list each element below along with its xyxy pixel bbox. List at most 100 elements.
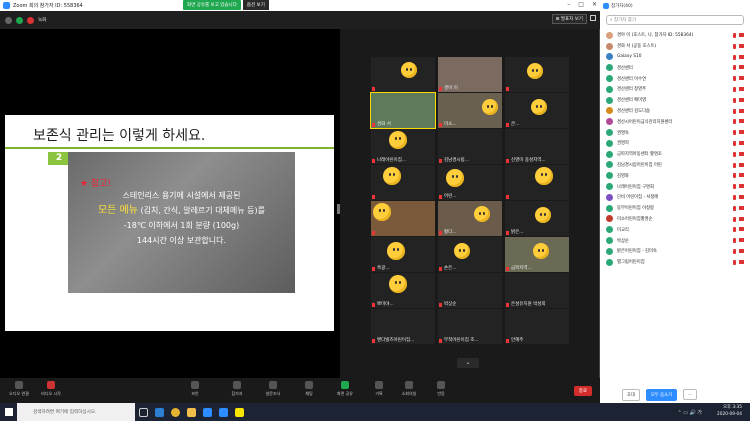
participant-item[interactable]: 경산센터 배미영 xyxy=(600,95,750,106)
maximize-icon[interactable]: □ xyxy=(578,1,584,8)
participant-item[interactable]: 금파지역아동센터 황명조 xyxy=(600,149,750,160)
video-tile[interactable]: 경아 이 xyxy=(438,57,502,92)
fullscreen-icon[interactable] xyxy=(590,15,596,21)
clock[interactable]: 오후 3:35 2020-09-04 xyxy=(717,404,742,418)
participant-item[interactable]: 단비 어린이집 - 서정애 xyxy=(600,192,750,203)
video-tile[interactable]: 금파지역... xyxy=(505,237,569,272)
video-tile[interactable]: 뽀미야... xyxy=(371,273,435,308)
face-sticker xyxy=(482,99,498,115)
participant-search-input[interactable]: ⌕ 참가자 찾기 xyxy=(606,15,744,25)
video-tile[interactable]: 김남경시립... xyxy=(438,129,502,164)
view-options-button[interactable]: 옵션 보기 xyxy=(242,0,269,10)
participant-item[interactable]: 박상순 xyxy=(600,235,750,246)
participants-button[interactable]: 참가자 xyxy=(226,381,248,397)
participant-item[interactable]: 경산센터 김도다솜 xyxy=(600,106,750,117)
participant-item[interactable]: 동부어린이집 이정랑 xyxy=(600,203,750,214)
video-tile[interactable]: 안혜주 xyxy=(505,309,569,344)
edge-icon[interactable] xyxy=(151,403,167,421)
end-meeting-button[interactable]: 종료 xyxy=(573,386,592,396)
video-tile[interactable] xyxy=(371,201,435,236)
taskbar-search-input[interactable]: 검색하려면 여기에 입력하십시오. xyxy=(17,403,135,421)
video-off-icon xyxy=(47,381,55,389)
start-button[interactable] xyxy=(0,403,17,421)
video-tile[interactable] xyxy=(371,165,435,200)
video-off-icon xyxy=(739,151,744,156)
video-tile[interactable]: 밴다빌즈어린이집... xyxy=(371,309,435,344)
task-view-icon[interactable] xyxy=(135,403,151,421)
record-button[interactable]: 기록 xyxy=(368,381,390,397)
tile-name: 밴다빌즈어린이집... xyxy=(377,338,415,343)
participant-item[interactable]: 경산센터 xyxy=(600,62,750,73)
more-button[interactable]: ... xyxy=(683,389,698,400)
meeting-toolbar: 오디오 연결 비디오 시작 보안 참가자 설문조사 채팅 화면 공유 기록 소회… xyxy=(0,378,600,403)
system-tray-icons[interactable]: ⌃ ▭ 🔊 가 xyxy=(677,409,702,416)
participant-item[interactable]: 밝은어린이집 - 김미숙 xyxy=(600,246,750,257)
record-icon xyxy=(375,381,383,389)
participant-item[interactable]: 경산센터 정영주 xyxy=(600,84,750,95)
minimize-icon[interactable]: – xyxy=(567,1,570,8)
muted-mic-icon xyxy=(506,267,509,271)
breakout-button[interactable]: 소회의실 xyxy=(398,381,420,397)
face-sticker xyxy=(389,131,407,149)
face-sticker xyxy=(533,243,549,259)
participant-item[interactable]: 경산시어린이급식관리지원센터 xyxy=(600,116,750,127)
security-button[interactable]: 보안 xyxy=(184,381,206,397)
participant-item[interactable]: 경산센터 이수연 xyxy=(600,73,750,84)
chrome-icon[interactable] xyxy=(167,403,183,421)
explorer-icon[interactable] xyxy=(183,403,199,421)
participants-icon xyxy=(233,381,241,389)
share-screen-button[interactable]: 화면 공유 xyxy=(334,381,356,397)
zoom-panel-taskbar-icon[interactable] xyxy=(215,403,231,421)
video-button[interactable]: 비디오 시작 xyxy=(40,381,62,397)
audio-button[interactable]: 오디오 연결 xyxy=(8,381,30,397)
video-tile[interactable]: 밝은... xyxy=(505,201,569,236)
participant-item[interactable]: 별그림어린이집 xyxy=(600,257,750,268)
video-tile[interactable]: 부적어린이집 조... xyxy=(438,309,502,344)
participant-name: 경산센터 이수연 xyxy=(617,76,647,82)
video-tile[interactable] xyxy=(371,57,435,92)
video-tile[interactable]: 박상순 xyxy=(438,273,502,308)
kakaotalk-icon[interactable] xyxy=(231,403,247,421)
chat-button[interactable]: 채팅 xyxy=(298,381,320,397)
gallery-next-icon[interactable]: ⌄ xyxy=(457,358,479,368)
invite-button[interactable]: 초대 xyxy=(622,388,640,401)
split-handle[interactable] xyxy=(337,204,340,214)
video-tile[interactable]: 어린... xyxy=(438,165,502,200)
desktop: Zoom 회의 참가자 ID: 558364 화면 공유를 보고 있습니다 옵션… xyxy=(0,0,750,421)
participant-item[interactable]: 김남경시립어린이집 어린 xyxy=(600,160,750,171)
muted-mic-icon xyxy=(733,76,736,82)
video-tile[interactable]: 신영미 용성지역... xyxy=(505,129,569,164)
participant-item[interactable]: 권영숙 xyxy=(600,127,750,138)
polls-button[interactable]: 설문조사 xyxy=(262,381,284,397)
zoom-taskbar-icon[interactable] xyxy=(199,403,215,421)
participant-item[interactable]: 나래어린이집 구명회 xyxy=(600,181,750,192)
participant-item[interactable]: 경아 이 (호스트, 나, 참가자 ID: 558364) xyxy=(600,30,750,41)
tile-name: 안혜주 xyxy=(511,338,524,343)
close-icon[interactable]: ✕ xyxy=(592,1,597,8)
participant-item[interactable]: 김영화 xyxy=(600,170,750,181)
shield-icon[interactable] xyxy=(16,16,23,24)
tile-name: 밝은... xyxy=(511,230,524,235)
video-tile[interactable]: 흑광... xyxy=(371,237,435,272)
video-off-icon xyxy=(739,259,744,264)
video-tile[interactable]: 큰... xyxy=(505,93,569,128)
reactions-button[interactable]: 반응 xyxy=(430,381,452,397)
participant-item[interactable]: 미교리 xyxy=(600,224,750,235)
video-tile[interactable] xyxy=(505,57,569,92)
info-icon[interactable] xyxy=(5,16,12,24)
participant-item[interactable]: 경화 서 (공동 호스트) xyxy=(600,41,750,52)
slide-title: 보존식 관리는 이렇게 하세요. xyxy=(33,128,206,144)
participant-item[interactable]: Galaxy S10 xyxy=(600,52,750,63)
video-tile[interactable]: 황다... xyxy=(438,201,502,236)
muted-mic-icon xyxy=(733,173,736,179)
video-tile[interactable]: 경화 서 xyxy=(370,92,436,129)
video-tile[interactable]: 나래어린이집... xyxy=(371,129,435,164)
video-tile[interactable] xyxy=(505,165,569,200)
video-tile[interactable]: 손은... xyxy=(438,237,502,272)
participant-item[interactable]: 미소어린이집황명순 xyxy=(600,214,750,225)
video-tile[interactable]: 미소... xyxy=(438,93,502,128)
speaker-view-button[interactable]: ⊞ 발표자 보기 xyxy=(551,14,587,24)
mute-all-button[interactable]: 모두 음소거 xyxy=(645,388,678,401)
video-tile[interactable]: 은성유치원 박성희 xyxy=(505,273,569,308)
participant-item[interactable]: 권영희 xyxy=(600,138,750,149)
